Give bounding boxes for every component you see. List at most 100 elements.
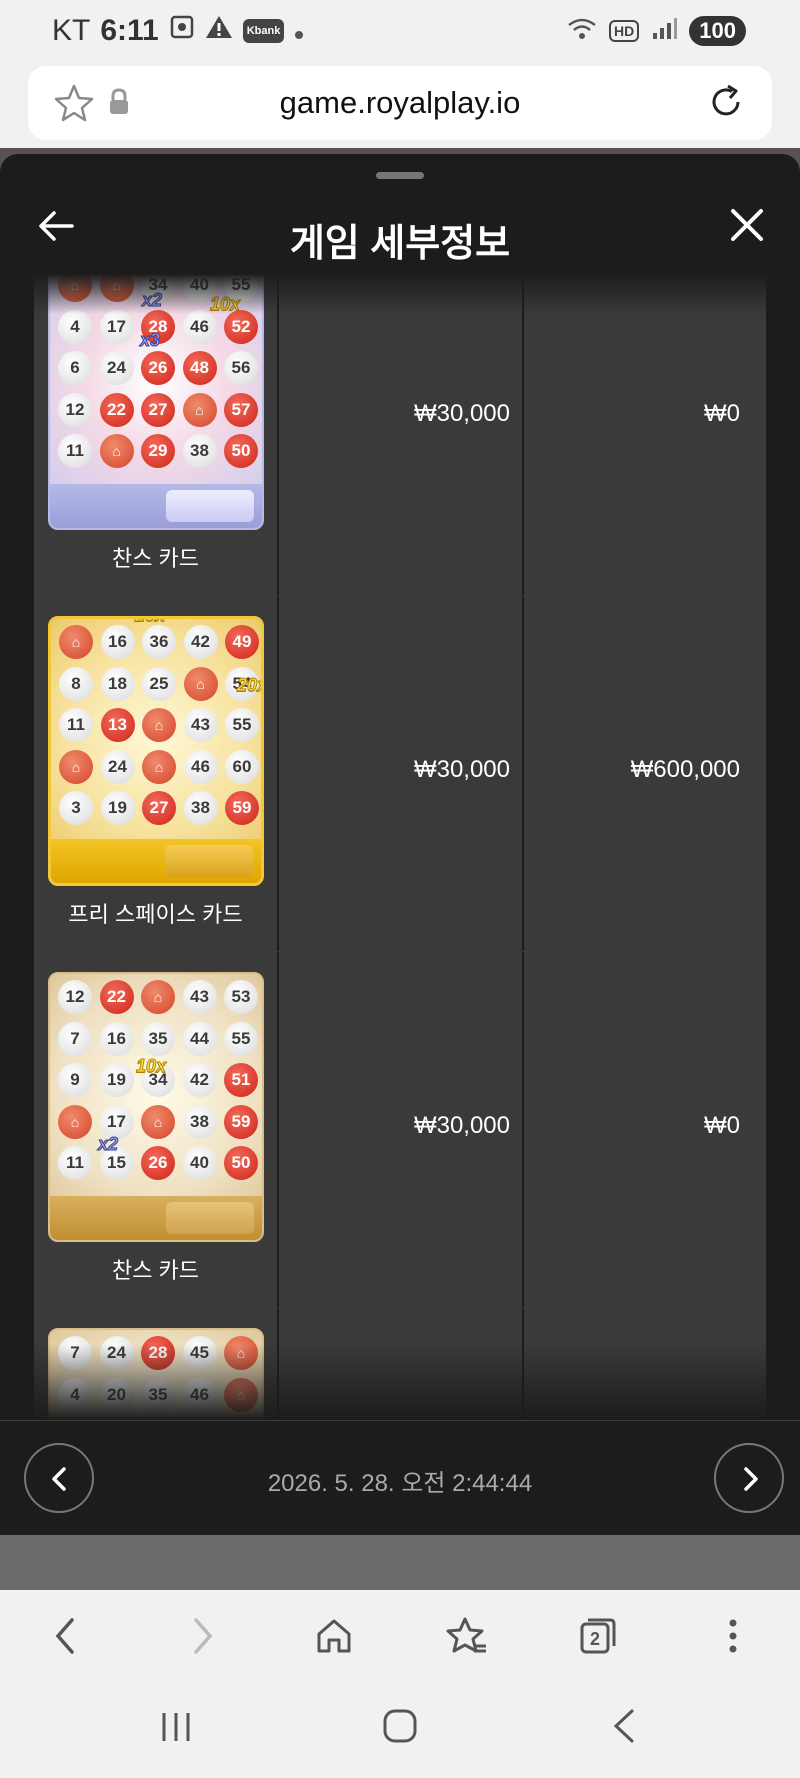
home-nav-icon[interactable] [382, 1708, 418, 1749]
bingo-ball: 19 [100, 791, 135, 825]
bingo-ball: 43 [182, 980, 217, 1014]
bingo-ball: 26 [141, 351, 175, 385]
bingo-ball: 17 [99, 309, 134, 344]
game-details-table: ⌂⌂344055417284652624264856122227⌂5711⌂29… [34, 274, 766, 1420]
card-name: 프리 스페이스 카드 [68, 902, 243, 927]
bingo-ball: 11 [58, 434, 92, 468]
dot-icon [294, 14, 304, 48]
bet-cell: ₩30,000 [279, 952, 522, 1308]
win-amount: ₩0 [704, 400, 740, 427]
bingo-ball: 35 [141, 1021, 175, 1056]
bingo-ball: 22 [99, 980, 134, 1014]
tabs-icon[interactable]: 2 [578, 1616, 618, 1661]
card-cell: ⌂⌂344055417284652624264856122227⌂5711⌂29… [34, 274, 277, 596]
bingo-ball: 6 [58, 351, 92, 385]
sheet-footer: 2026. 5. 28. 오전 2:44:44 [0, 1420, 800, 1535]
bingo-ball: 46 [183, 749, 218, 784]
bingo-ball: 3 [59, 791, 93, 825]
bingo-ball: 16 [100, 625, 135, 659]
bingo-ball: 42 [182, 1063, 217, 1097]
bingo-ball: 43 [183, 708, 218, 742]
bingo-ball: 22 [99, 392, 134, 427]
card-footer-button [166, 1202, 254, 1234]
scroll-fade-bottom [34, 1344, 766, 1420]
bet-amount: ₩30,000 [413, 400, 510, 427]
bingo-card-image: ⌂ 16 36 42 49 8 18 25 ⌂ 54 11 13 ⌂ 43 55 ⌂ 24 ⌂ 46 60 3 19 27 3… [48, 616, 264, 886]
android-navigation-bar [0, 1682, 800, 1778]
status-bar: KT 6:11 Kbank HD 100 [0, 0, 800, 64]
hd-badge: HD [609, 20, 640, 42]
next-game-button[interactable] [714, 1443, 784, 1513]
bingo-ball: 16 [99, 1021, 134, 1056]
bingo-ball: 60 [225, 749, 259, 784]
bingo-ball: 48 [182, 351, 217, 385]
bingo-ball: 24 [99, 351, 134, 385]
house-ball-icon: ⌂ [142, 749, 176, 784]
card-footer [50, 484, 262, 528]
bet-cell: ₩30,000 [279, 274, 522, 596]
bingo-ball: 8 [59, 666, 93, 701]
bingo-ball: 38 [183, 791, 218, 825]
tab-count: 2 [590, 1629, 600, 1649]
bingo-ball: 12 [58, 392, 92, 427]
game-row: ⌂ 16 36 42 49 8 18 25 ⌂ 54 11 13 ⌂ 43 55 ⌂ 24 ⌂ 46 60 3 19 27 3… [34, 596, 766, 952]
bingo-ball: 29 [141, 434, 175, 468]
url-bar[interactable]: game.royalplay.io [28, 66, 772, 140]
win-cell: ₩0 [524, 274, 766, 596]
multiplier-badge: x3 [139, 330, 161, 351]
bingo-ball: 11 [59, 708, 93, 742]
bet-amount: ₩30,000 [413, 1112, 510, 1139]
bookmarks-icon[interactable] [446, 1616, 488, 1661]
house-ball-icon: ⌂ [58, 1104, 92, 1139]
bingo-ball: 7 [58, 1021, 92, 1056]
bingo-ball: 50 [224, 1146, 258, 1180]
bet-amount: ₩30,000 [413, 756, 510, 783]
card-name: 찬스 카드 [111, 546, 200, 571]
screenshot-icon [169, 14, 195, 48]
bingo-ball: 49 [225, 625, 259, 659]
card-cell: ⌂ 16 36 42 49 8 18 25 ⌂ 54 11 13 ⌂ 43 55 ⌂ 24 ⌂ 46 60 3 19 27 3… [34, 596, 277, 952]
back-icon[interactable] [50, 1616, 80, 1661]
carrier-label: KT [52, 14, 91, 47]
game-row: ⌂⌂344055417284652624264856122227⌂5711⌂29… [34, 274, 766, 596]
wifi-icon [567, 17, 597, 46]
win-amount: ₩0 [704, 1112, 740, 1139]
bank-badge: Kbank [242, 19, 285, 43]
bingo-ball: 44 [182, 1021, 217, 1056]
bingo-ball: 9 [58, 1063, 92, 1097]
win-cell: ₩600,000 [524, 596, 766, 952]
sheet-header: 게임 세부정보 [0, 182, 800, 282]
card-name: 찬스 카드 [111, 1258, 200, 1283]
warning-icon [205, 14, 233, 48]
house-ball-icon: ⌂ [59, 749, 93, 784]
home-icon[interactable] [314, 1616, 354, 1661]
chevron-right-icon [744, 1467, 758, 1491]
more-icon[interactable] [718, 1616, 748, 1661]
win-cell: ₩0 [524, 952, 766, 1308]
bingo-ball: 53 [224, 980, 258, 1014]
url-text[interactable]: game.royalplay.io [28, 85, 772, 121]
bingo-ball: 38 [182, 434, 217, 468]
bingo-ball: 38 [182, 1104, 217, 1139]
bingo-ball: 18 [100, 666, 135, 701]
bingo-ball: 13 [100, 708, 135, 742]
bingo-ball: 19 [99, 1063, 134, 1097]
multiplier-badge: 20x [134, 619, 165, 626]
game-details-sheet: 게임 세부정보 ⌂⌂344055417284652624264856122227… [0, 154, 800, 1535]
bingo-ball: 56 [224, 351, 258, 385]
clock: 6:11 [100, 14, 159, 47]
sheet-grab-handle[interactable] [376, 172, 424, 179]
card-footer-button [166, 490, 254, 522]
signal-icon [651, 17, 678, 46]
reload-icon[interactable] [706, 82, 746, 127]
bingo-ball: 57 [224, 392, 258, 427]
close-icon[interactable] [730, 208, 764, 247]
forward-icon[interactable] [188, 1616, 218, 1661]
bingo-ball: 25 [142, 666, 176, 701]
multiplier-badge: 10x [135, 1056, 167, 1077]
recent-apps-icon[interactable] [160, 1710, 192, 1749]
bingo-ball: 11 [58, 1146, 92, 1180]
back-nav-icon[interactable] [610, 1708, 638, 1749]
house-ball-icon: ⌂ [141, 980, 175, 1014]
bingo-ball: 40 [182, 1146, 217, 1180]
